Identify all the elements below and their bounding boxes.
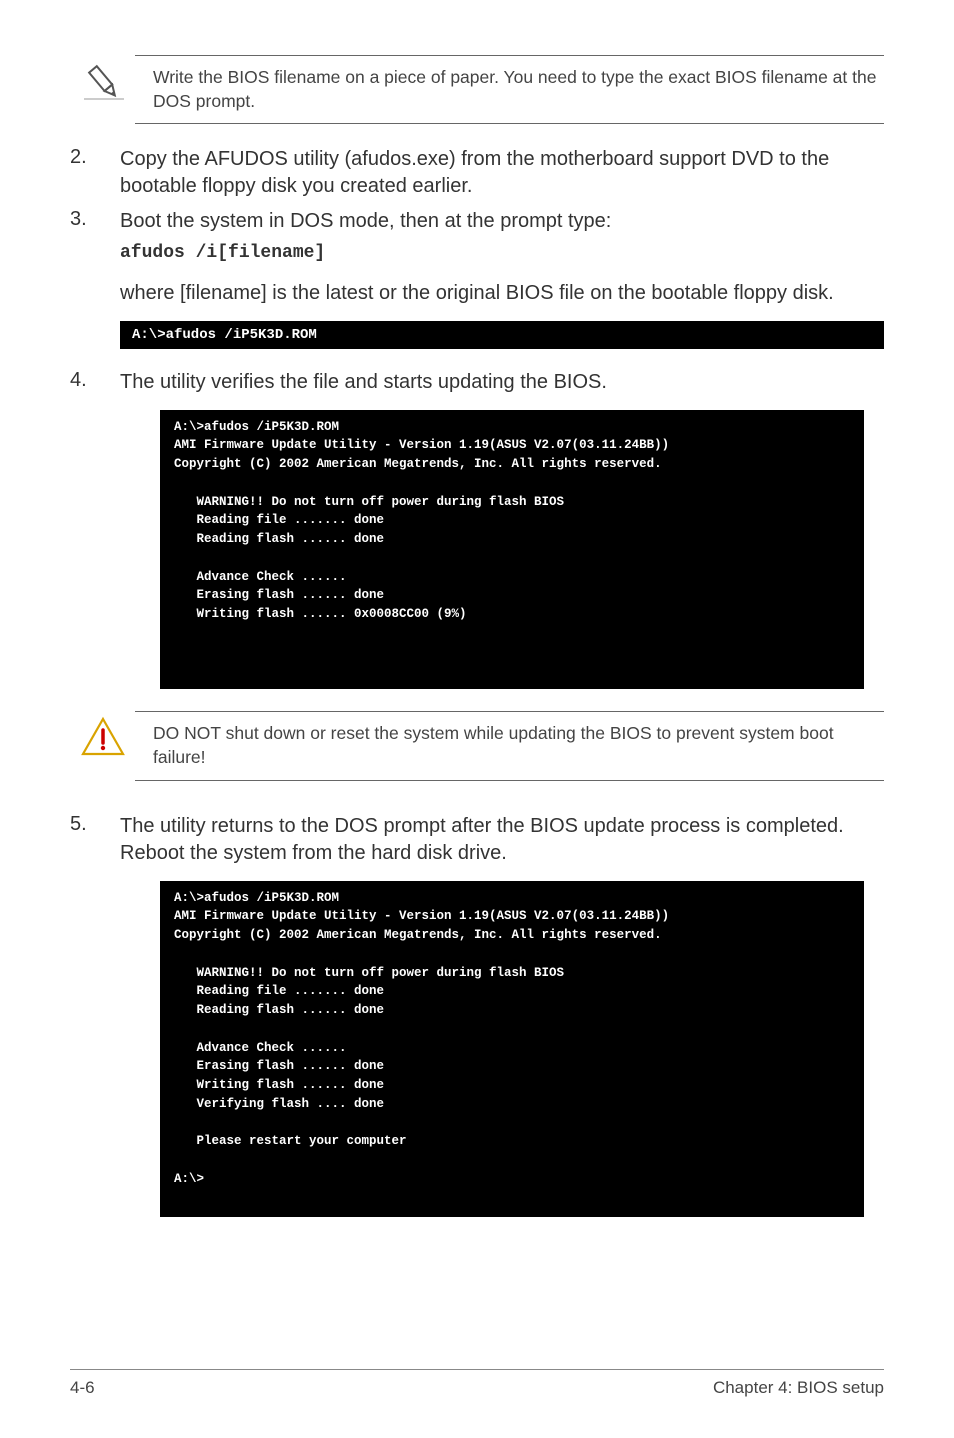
chapter-label: Chapter 4: BIOS setup — [713, 1378, 884, 1398]
note-text: Write the BIOS filename on a piece of pa… — [135, 55, 884, 124]
note-block: Write the BIOS filename on a piece of pa… — [70, 55, 884, 124]
terminal-output-1: A:\>afudos /iP5K3D.ROM — [120, 321, 884, 349]
step-2: 2. Copy the AFUDOS utility (afudos.exe) … — [70, 146, 884, 200]
step-subtext: where [filename] is the latest or the or… — [120, 280, 884, 307]
step-text: Boot the system in DOS mode, then at the… — [120, 210, 611, 232]
step-5: 5. The utility returns to the DOS prompt… — [70, 813, 884, 867]
step-number: 4. — [70, 369, 120, 396]
step-body: The utility verifies the file and starts… — [120, 369, 884, 396]
terminal-output-2: A:\>afudos /iP5K3D.ROM AMI Firmware Upda… — [160, 410, 864, 690]
step-number: 3. — [70, 208, 120, 265]
page-number: 4-6 — [70, 1378, 95, 1398]
step-body: Copy the AFUDOS utility (afudos.exe) fro… — [120, 146, 884, 200]
step-body: Boot the system in DOS mode, then at the… — [120, 208, 884, 265]
command-text: afudos /i[filename] — [120, 241, 884, 265]
step-3: 3. Boot the system in DOS mode, then at … — [70, 208, 884, 265]
caution-block: DO NOT shut down or reset the system whi… — [70, 711, 884, 780]
step-number: 5. — [70, 813, 120, 867]
page-footer: 4-6 Chapter 4: BIOS setup — [70, 1369, 884, 1398]
step-body: The utility returns to the DOS prompt af… — [120, 813, 884, 867]
pencil-icon — [80, 55, 135, 106]
caution-text: DO NOT shut down or reset the system whi… — [135, 711, 884, 780]
warning-icon — [80, 711, 135, 763]
step-4: 4. The utility verifies the file and sta… — [70, 369, 884, 396]
terminal-output-3: A:\>afudos /iP5K3D.ROM AMI Firmware Upda… — [160, 881, 864, 1217]
step-number: 2. — [70, 146, 120, 200]
